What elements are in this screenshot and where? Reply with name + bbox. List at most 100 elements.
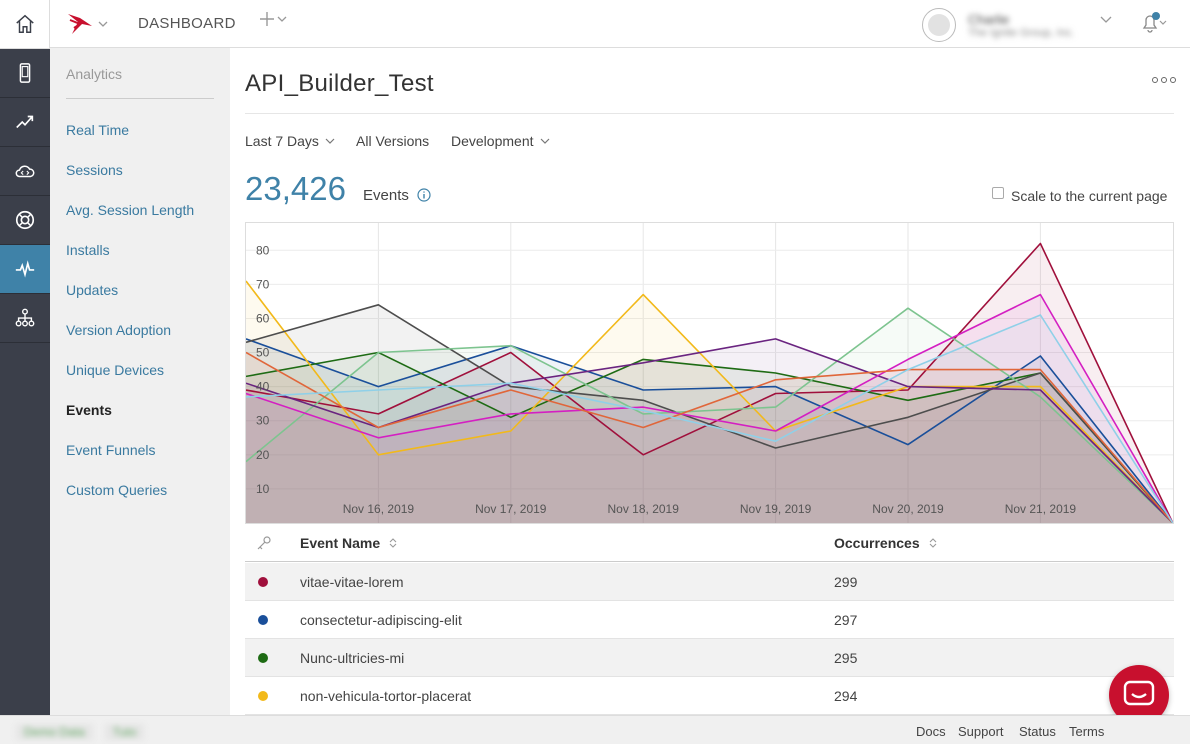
occurrences-header-label: Occurrences xyxy=(834,535,920,551)
home-icon xyxy=(15,14,34,33)
x-tick-label: Nov 18, 2019 xyxy=(608,502,680,516)
y-tick-label: 10 xyxy=(256,482,270,496)
sidebar-divider xyxy=(66,98,214,99)
scale-checkbox[interactable] xyxy=(992,187,1004,199)
rail-cloud-button[interactable] xyxy=(0,147,50,196)
event-occurrences: 294 xyxy=(834,688,858,704)
scale-checkbox-label: Scale to the current page xyxy=(1011,188,1168,204)
footer-tutorial[interactable]: Tuto xyxy=(104,724,145,740)
rail-support-button[interactable] xyxy=(0,196,50,245)
dashboard-link[interactable]: DASHBOARD xyxy=(138,15,236,32)
footer: Demo Data Tuto Docs Support Status Terms xyxy=(0,715,1190,744)
event-name: non-vehicula-tortor-placerat xyxy=(300,688,472,704)
user-org: The Ignite Group, Inc. xyxy=(968,26,1075,39)
chevron-down-icon xyxy=(540,138,549,144)
plus-icon xyxy=(260,12,274,26)
occurrences-column-header[interactable]: Occurrences xyxy=(834,535,938,551)
top-header: DASHBOARD Charlie The Ignite Group, Inc. xyxy=(50,0,1190,48)
sidebar-item-custom-queries[interactable]: Custom Queries xyxy=(66,482,167,498)
api-icon xyxy=(16,115,34,129)
rail-api-button[interactable] xyxy=(0,98,50,147)
rail-analytics-button[interactable] xyxy=(0,245,50,294)
date-range-label: Last 7 Days xyxy=(245,133,319,149)
date-range-dropdown[interactable]: Last 7 Days xyxy=(245,133,335,149)
mobile-device-icon xyxy=(19,63,31,83)
sidebar-item-updates[interactable]: Updates xyxy=(66,282,118,298)
sidebar-item-events[interactable]: Events xyxy=(66,402,112,418)
sidebar-item-unique-devices[interactable]: Unique Devices xyxy=(66,362,164,378)
series-color-dot xyxy=(258,653,268,663)
chevron-down-icon[interactable] xyxy=(1100,16,1112,24)
environment-label: Development xyxy=(451,133,534,149)
user-name: Charlie xyxy=(968,11,1010,27)
sort-icon xyxy=(929,538,936,548)
analytics-sidebar: Analytics Real Time Sessions Avg. Sessio… xyxy=(50,48,230,715)
brand-menu[interactable] xyxy=(66,12,108,36)
event-name-column-header[interactable]: Event Name xyxy=(300,535,398,551)
total-events-count: 23,426 xyxy=(245,170,346,207)
rail-home-button[interactable] xyxy=(0,0,50,49)
brand-logo-icon xyxy=(68,14,92,34)
x-tick-label: Nov 17, 2019 xyxy=(475,502,547,516)
notification-dot xyxy=(1152,12,1160,20)
x-tick-label: Nov 21, 2019 xyxy=(1005,502,1077,516)
series-color-dot xyxy=(258,615,268,625)
sidebar-item-installs[interactable]: Installs xyxy=(66,242,110,258)
info-icon[interactable] xyxy=(417,188,431,202)
footer-terms-link[interactable]: Terms xyxy=(1069,724,1104,739)
y-tick-label: 20 xyxy=(256,448,270,462)
analytics-pulse-icon xyxy=(15,260,35,278)
sidebar-item-version-adoption[interactable]: Version Adoption xyxy=(66,322,171,338)
footer-demo-data[interactable]: Demo Data xyxy=(16,724,93,740)
event-occurrences: 299 xyxy=(834,574,858,590)
icon-rail xyxy=(0,0,50,744)
footer-docs-link[interactable]: Docs xyxy=(916,724,946,739)
rail-org-button[interactable] xyxy=(0,294,50,343)
table-row[interactable]: non-vehicula-tortor-placerat 294 xyxy=(245,677,1174,715)
add-menu-button[interactable] xyxy=(260,12,287,26)
event-name: vitae-vitae-lorem xyxy=(300,574,404,590)
versions-dropdown[interactable]: All Versions xyxy=(356,133,429,149)
event-name: consectetur-adipiscing-elit xyxy=(300,612,462,628)
event-name: Nunc-ultricies-mi xyxy=(300,650,405,666)
sidebar-item-real-time[interactable]: Real Time xyxy=(66,122,129,138)
more-options-button[interactable] xyxy=(1152,77,1176,83)
events-table-header: Event Name Occurrences xyxy=(245,524,1174,562)
sidebar-item-sessions[interactable]: Sessions xyxy=(66,162,123,178)
events-chart: 10 20 30 40 50 60 70 80 Nov 16, 2019 Nov 17, 2019… xyxy=(245,222,1174,524)
sidebar-item-event-funnels[interactable]: Event Funnels xyxy=(66,442,156,458)
x-tick-label: Nov 19, 2019 xyxy=(740,502,812,516)
series-color-dot xyxy=(258,691,268,701)
org-chart-icon xyxy=(15,308,35,327)
sort-icon xyxy=(389,538,397,548)
title-divider xyxy=(245,113,1174,114)
event-occurrences: 297 xyxy=(834,612,858,628)
event-occurrences: 295 xyxy=(834,650,858,666)
y-tick-label: 80 xyxy=(256,243,270,257)
rail-mobile-button[interactable] xyxy=(0,49,50,98)
chevron-down-icon xyxy=(277,16,287,22)
versions-label: All Versions xyxy=(356,133,430,149)
y-tick-label: 40 xyxy=(256,380,270,394)
chevron-down-icon xyxy=(98,21,108,27)
chevron-down-icon xyxy=(325,138,335,144)
lifebuoy-icon xyxy=(15,210,35,230)
environment-dropdown[interactable]: Development xyxy=(451,133,550,149)
table-row[interactable]: Nunc-ultricies-mi 295 xyxy=(245,639,1174,677)
main-content: API_Builder_Test Last 7 Days All Version… xyxy=(230,48,1190,715)
sidebar-item-avg-session-length[interactable]: Avg. Session Length xyxy=(66,202,194,218)
event-name-header-label: Event Name xyxy=(300,535,381,551)
cloud-code-icon xyxy=(15,165,35,178)
footer-status-link[interactable]: Status xyxy=(1019,724,1056,739)
footer-support-link[interactable]: Support xyxy=(958,724,1004,739)
x-tick-label: Nov 16, 2019 xyxy=(343,502,415,516)
y-tick-label: 60 xyxy=(256,311,270,325)
x-tick-label: Nov 20, 2019 xyxy=(872,502,944,516)
total-events-label: Events xyxy=(363,187,409,204)
table-row[interactable]: vitae-vitae-lorem 299 xyxy=(245,563,1174,601)
table-row[interactable]: consectetur-adipiscing-elit 297 xyxy=(245,601,1174,639)
user-menu[interactable]: Charlie The Ignite Group, Inc. xyxy=(922,8,1098,42)
key-icon xyxy=(257,536,271,550)
y-tick-label: 30 xyxy=(256,414,270,428)
page-title: API_Builder_Test xyxy=(245,70,434,97)
